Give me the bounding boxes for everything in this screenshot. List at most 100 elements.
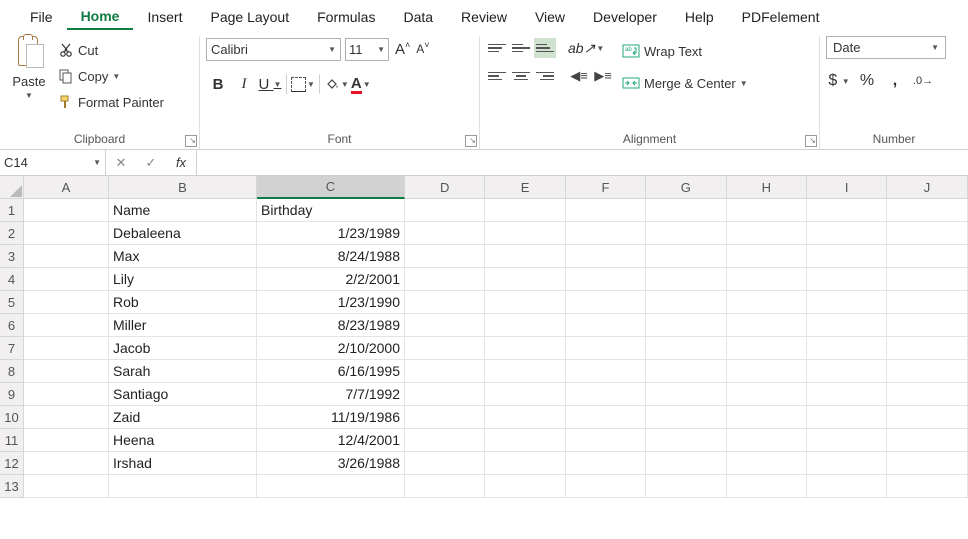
cell[interactable]: 7/7/1992 [257, 383, 405, 406]
cell[interactable] [887, 406, 967, 429]
cell[interactable] [887, 337, 967, 360]
cell[interactable] [646, 222, 726, 245]
cell[interactable] [485, 360, 565, 383]
align-bottom-button[interactable] [534, 38, 556, 58]
cell[interactable] [807, 199, 887, 222]
row-header[interactable]: 2 [0, 222, 24, 245]
tab-file[interactable]: File [16, 5, 67, 29]
clipboard-dialog-launcher[interactable]: ↘ [185, 135, 197, 147]
cell[interactable] [485, 383, 565, 406]
cell[interactable] [257, 475, 405, 498]
cell[interactable] [646, 291, 726, 314]
cell[interactable]: 1/23/1990 [257, 291, 405, 314]
cell[interactable] [727, 406, 807, 429]
cell[interactable] [646, 199, 726, 222]
cell[interactable] [485, 314, 565, 337]
cell[interactable] [887, 360, 967, 383]
cell[interactable] [887, 199, 967, 222]
percent-format-button[interactable]: % [854, 69, 880, 93]
cell[interactable] [24, 360, 109, 383]
font-size-select[interactable]: 11 ▼ [345, 38, 389, 61]
cell[interactable] [566, 406, 646, 429]
cell[interactable] [24, 314, 109, 337]
cell[interactable] [24, 291, 109, 314]
row-header[interactable]: 10 [0, 406, 24, 429]
cell[interactable] [485, 452, 565, 475]
cell[interactable] [485, 429, 565, 452]
cell[interactable] [485, 245, 565, 268]
font-dialog-launcher[interactable]: ↘ [465, 135, 477, 147]
cell[interactable]: 2/2/2001 [257, 268, 405, 291]
chevron-down-icon[interactable]: ▼ [112, 72, 120, 81]
align-center-button[interactable] [510, 66, 532, 86]
name-box[interactable]: C14 ▼ [0, 150, 106, 175]
cell[interactable] [109, 475, 257, 498]
cell[interactable] [24, 429, 109, 452]
cell[interactable] [887, 268, 967, 291]
column-header[interactable]: G [646, 176, 726, 199]
column-header[interactable]: F [566, 176, 646, 199]
cell[interactable] [807, 383, 887, 406]
cell[interactable] [887, 314, 967, 337]
cell[interactable] [405, 268, 485, 291]
column-header[interactable]: D [405, 176, 485, 199]
cut-button[interactable]: Cut [56, 38, 166, 62]
column-header[interactable]: J [887, 176, 967, 199]
column-header[interactable]: B [109, 176, 257, 199]
cell[interactable]: 3/26/1988 [257, 452, 405, 475]
cell[interactable] [646, 245, 726, 268]
tab-review[interactable]: Review [447, 5, 521, 29]
cell[interactable] [405, 383, 485, 406]
cell[interactable]: Santiago [109, 383, 257, 406]
cell[interactable] [727, 245, 807, 268]
tab-view[interactable]: View [521, 5, 579, 29]
row-header[interactable]: 9 [0, 383, 24, 406]
merge-center-button[interactable]: Merge & Center ▼ [618, 70, 752, 96]
decrease-indent-button[interactable]: ◀≡ [568, 66, 590, 86]
insert-function-button[interactable]: fx [166, 150, 196, 175]
cell[interactable] [405, 291, 485, 314]
cell[interactable]: Name [109, 199, 257, 222]
row-header[interactable]: 8 [0, 360, 24, 383]
cell[interactable] [646, 268, 726, 291]
cell[interactable] [887, 429, 967, 452]
cell[interactable]: 6/16/1995 [257, 360, 405, 383]
row-header[interactable]: 5 [0, 291, 24, 314]
border-button[interactable]: ▼ [291, 77, 315, 92]
column-header[interactable]: H [727, 176, 807, 199]
cell[interactable] [727, 314, 807, 337]
paste-button[interactable]: Paste ▼ [6, 36, 52, 100]
cell[interactable] [485, 291, 565, 314]
cell[interactable] [727, 360, 807, 383]
cell[interactable]: Lily [109, 268, 257, 291]
alignment-dialog-launcher[interactable]: ↘ [805, 135, 817, 147]
cell[interactable]: Birthday [257, 199, 405, 222]
bold-button[interactable]: B [206, 72, 230, 96]
cell[interactable] [807, 475, 887, 498]
cell[interactable]: 12/4/2001 [257, 429, 405, 452]
wrap-text-button[interactable]: ab Wrap Text [618, 38, 752, 64]
number-format-select[interactable]: Date ▼ [826, 36, 946, 59]
cancel-formula-button[interactable]: ✕ [106, 150, 136, 175]
cell[interactable] [24, 245, 109, 268]
cell[interactable] [24, 452, 109, 475]
cell[interactable] [727, 199, 807, 222]
font-name-select[interactable]: Calibri ▼ [206, 38, 341, 61]
cell[interactable] [646, 337, 726, 360]
cell[interactable] [646, 360, 726, 383]
cell[interactable] [727, 475, 807, 498]
cell[interactable]: 8/24/1988 [257, 245, 405, 268]
cell[interactable] [405, 406, 485, 429]
cell[interactable] [727, 429, 807, 452]
row-header[interactable]: 7 [0, 337, 24, 360]
cell[interactable]: Rob [109, 291, 257, 314]
increase-decimal-button[interactable]: .0→ [910, 69, 936, 93]
align-top-button[interactable] [486, 38, 508, 58]
cell[interactable]: Irshad [109, 452, 257, 475]
decrease-font-button[interactable]: A˅ [414, 40, 431, 58]
row-header[interactable]: 1 [0, 199, 24, 222]
cell[interactable] [405, 360, 485, 383]
cell[interactable] [485, 337, 565, 360]
row-header[interactable]: 11 [0, 429, 24, 452]
cell[interactable] [405, 222, 485, 245]
